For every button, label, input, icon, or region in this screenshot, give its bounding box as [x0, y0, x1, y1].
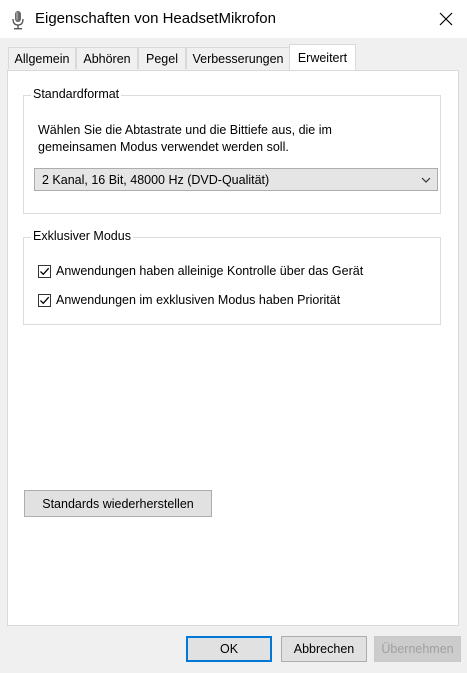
group-title-standardformat: Standardformat: [31, 87, 122, 101]
format-description-line2: gemeinsamen Modus verwendet werden soll.: [38, 140, 289, 154]
exclusive-priority-label: Anwendungen im exklusiven Modus haben Pr…: [56, 293, 341, 307]
restore-defaults-button[interactable]: Standards wiederherstellen: [24, 490, 212, 517]
tab-label: Pegel: [146, 51, 178, 66]
tab-label: Allgemein: [14, 51, 70, 66]
tab-panel-erweitert: Standardformat Wählen Sie die Abtastrate…: [7, 70, 459, 626]
exclusive-control-option[interactable]: Anwendungen haben alleinige Kontrolle üb…: [38, 264, 363, 278]
format-dropdown-value: 2 Kanal, 16 Bit, 48000 Hz (DVD-Qualität): [42, 172, 270, 187]
exclusive-control-checkbox[interactable]: [38, 264, 51, 278]
tab-verbesserungen[interactable]: Verbesserungen: [186, 47, 290, 69]
close-icon: [439, 12, 453, 26]
tab-label: Verbesserungen: [192, 51, 284, 66]
format-description: Wählen Sie die Abtastrate und die Bittie…: [38, 122, 438, 156]
tab-label: Erweitert: [297, 50, 348, 65]
microphone-icon: [11, 10, 25, 30]
exclusive-priority-option[interactable]: Anwendungen im exklusiven Modus haben Pr…: [38, 293, 340, 307]
close-button[interactable]: [431, 6, 461, 32]
checkmark-icon: [40, 267, 50, 275]
chevron-down-icon: [421, 177, 431, 183]
cancel-button[interactable]: Abbrechen: [281, 636, 367, 662]
exclusive-control-label: Anwendungen haben alleinige Kontrolle üb…: [56, 264, 364, 278]
tab-pegel[interactable]: Pegel: [138, 47, 186, 69]
checkmark-icon: [40, 296, 50, 304]
ok-button[interactable]: OK: [186, 636, 272, 662]
group-title-exclusive-mode: Exklusiver Modus: [31, 229, 133, 243]
exclusive-priority-checkbox[interactable]: [38, 293, 51, 307]
tab-abhoeren[interactable]: Abhören: [76, 47, 138, 69]
tab-erweitert[interactable]: Erweitert: [289, 44, 356, 70]
standardformat-group: Standardformat Wählen Sie die Abtastrate…: [23, 87, 441, 214]
tab-allgemein[interactable]: Allgemein: [8, 47, 76, 69]
format-dropdown[interactable]: 2 Kanal, 16 Bit, 48000 Hz (DVD-Qualität): [34, 168, 438, 191]
window-title: Eigenschaften von HeadsetMikrofon: [35, 10, 276, 27]
tab-label: Abhören: [83, 51, 131, 66]
exclusive-mode-group: Exklusiver Modus Anwendungen haben allei…: [23, 229, 441, 325]
apply-button[interactable]: Übernehmen: [374, 636, 461, 662]
format-description-line1: Wählen Sie die Abtastrate und die Bittie…: [38, 123, 332, 137]
title-bar: Eigenschaften von HeadsetMikrofon: [0, 0, 467, 38]
